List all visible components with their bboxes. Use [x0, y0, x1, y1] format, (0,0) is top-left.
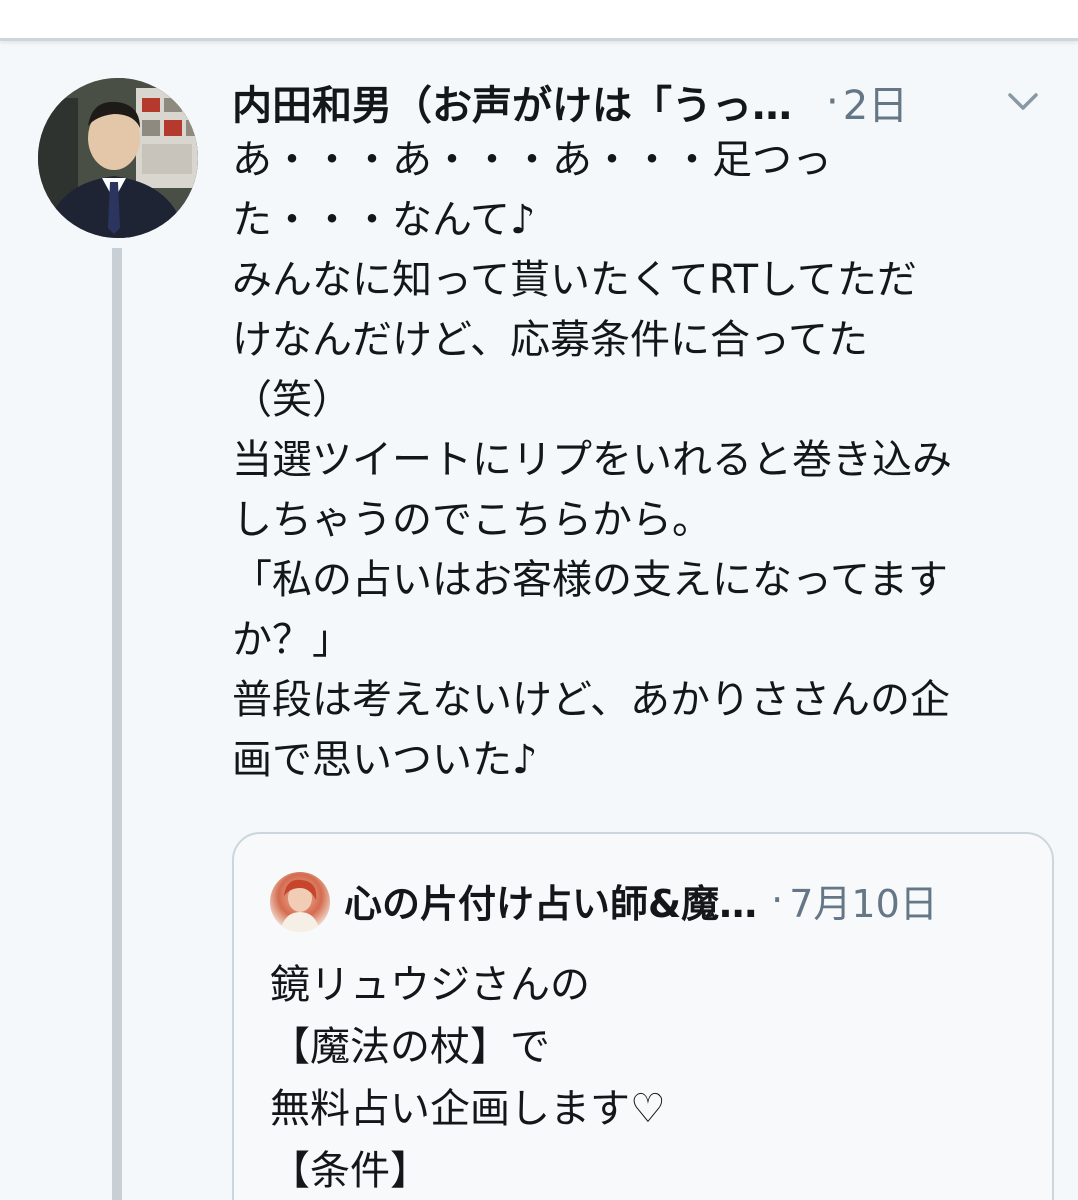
tweet-text-line: （笑）	[232, 377, 352, 423]
quoted-tweet-timestamp[interactable]: 7月10日	[789, 873, 938, 928]
tweet-text-line: 「私の占いはお客様の支えになってます	[232, 557, 948, 603]
quoted-text-line: 【条件】	[270, 1148, 430, 1194]
tweet-timestamp[interactable]: 2日	[843, 73, 908, 131]
tweet-text-line: た・・・なんて♪	[232, 197, 536, 243]
tweet-text-line: しちゃうのでこちらから。	[232, 497, 712, 543]
quoted-text-line: 【魔法の杖】で	[270, 1024, 550, 1070]
quoted-tweet-header: 心の片付け占い師&魔… · 7月10日	[344, 870, 1044, 930]
tweet-text-line: みんなに知って貰いたくてRTしてただ	[232, 257, 917, 303]
tweet-text-line: 当選ツイートにリプをいれると巻き込み	[232, 437, 952, 483]
quoted-tweet-text: 鏡リュウジさんの 【魔法の杖】で 無料占い企画します♡ 【条件】	[270, 954, 1030, 1200]
tweet-header: 内田和男（お声がけは「うっ… · 2日	[232, 73, 1062, 131]
tweet-text-line: けなんだけど、応募条件に合ってた	[232, 317, 868, 363]
quoted-text-line: 無料占い企画します♡	[270, 1086, 666, 1132]
quoted-user-avatar[interactable]	[270, 872, 330, 932]
top-app-bar	[0, 0, 1078, 41]
quoted-text-line: 鏡リュウジさんの	[270, 962, 590, 1008]
user-avatar[interactable]	[38, 78, 198, 238]
quoted-author-name[interactable]: 心の片付け占い師&魔…	[344, 873, 757, 928]
tweet-text-line: 画で思いついた♪	[232, 737, 538, 783]
quoted-tweet-card[interactable]: 心の片付け占い師&魔… · 7月10日 鏡リュウジさんの 【魔法の杖】で 無料占…	[232, 832, 1054, 1200]
header-separator: ·	[826, 79, 839, 125]
chevron-down-icon[interactable]	[1006, 84, 1040, 118]
quoted-avatar-photo	[270, 872, 330, 932]
thread-connector-line	[112, 248, 122, 1200]
author-display-name[interactable]: 内田和男（お声がけは「うっ…	[232, 73, 792, 131]
timeline-screen: 内田和男（お声がけは「うっ… · 2日 あ・・・あ・・・あ・・・足つっ た・・・…	[0, 0, 1078, 1200]
tweet-text-line: か？」	[232, 617, 352, 663]
tweet-text: あ・・・あ・・・あ・・・足つっ た・・・なんて♪ みんなに知って貰いたくてRTし…	[232, 130, 1062, 790]
quoted-header-separator: ·	[771, 878, 784, 922]
avatar-photo	[38, 78, 198, 238]
tweet-text-line: 普段は考えないけど、あかりささんの企	[232, 677, 950, 723]
tweet-text-line: あ・・・あ・・・あ・・・足つっ	[232, 137, 832, 183]
